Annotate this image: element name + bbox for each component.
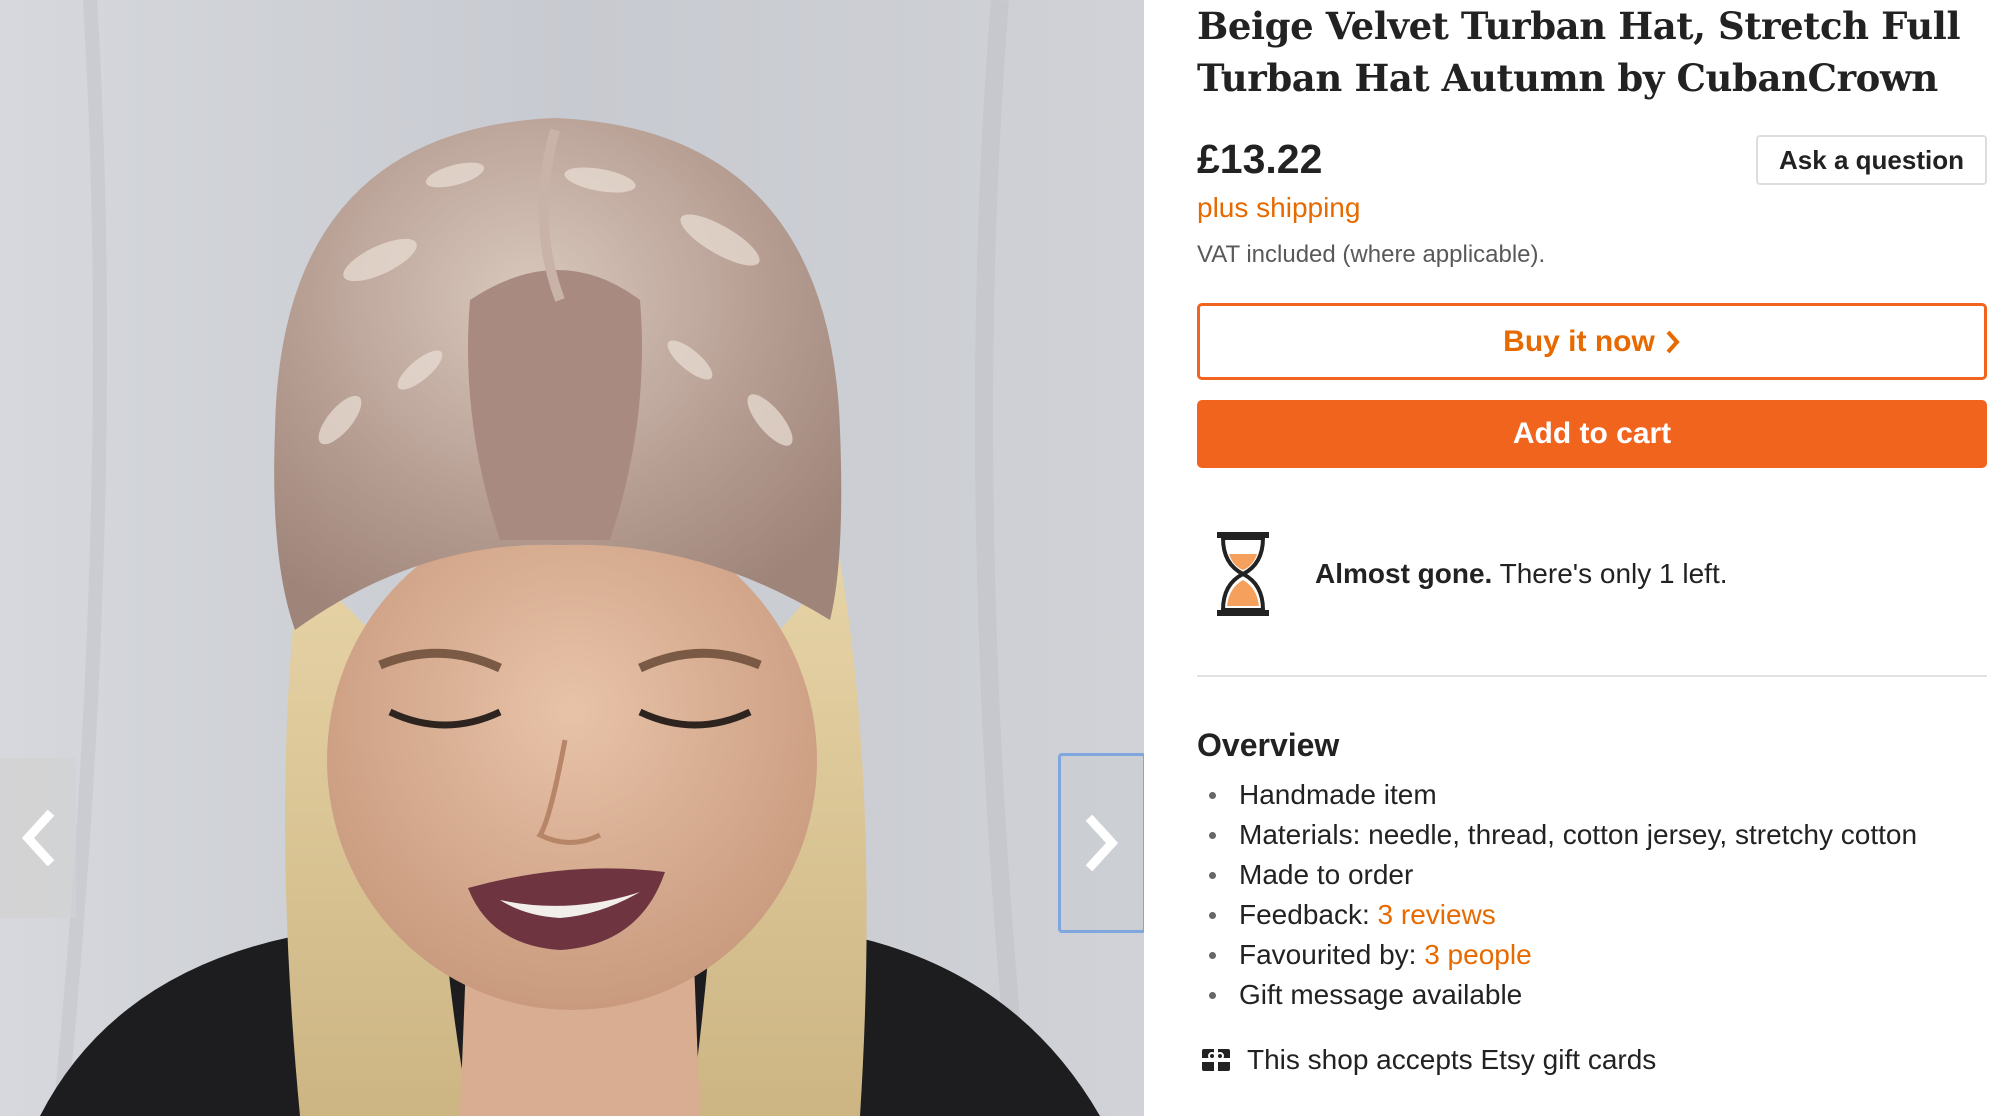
divider	[1197, 675, 1987, 677]
gift-card-icon	[1202, 1049, 1230, 1071]
chevron-left-icon	[21, 810, 55, 866]
feedback-label: Feedback:	[1239, 899, 1378, 930]
product-photo	[0, 0, 1144, 1116]
overview-list: Handmade item Materials: needle, thread,…	[1197, 775, 1997, 1015]
previous-image-button[interactable]	[0, 758, 76, 918]
gift-cards-text: This shop accepts Etsy gift cards	[1247, 1044, 1657, 1075]
favourited-label: Favourited by:	[1239, 939, 1425, 970]
list-item: Made to order	[1197, 855, 1997, 895]
scarcity-notice: Almost gone. There's only 1 left.	[1215, 530, 1975, 618]
price: £13.22	[1197, 136, 1323, 182]
gift-cards-notice: This shop accepts Etsy gift cards	[1201, 1044, 1656, 1076]
price-row: £13.22 Ask a question	[1197, 133, 1987, 193]
shipping-link[interactable]: plus shipping	[1197, 192, 1360, 224]
hourglass-icon	[1217, 532, 1269, 616]
product-image-gallery	[0, 0, 1144, 1116]
scarcity-detail: There's only 1 left.	[1492, 558, 1728, 589]
list-item: Handmade item	[1197, 775, 1997, 815]
list-item: Materials: needle, thread, cotton jersey…	[1197, 815, 1997, 855]
listing-details: Beige Velvet Turban Hat, Stretch Full Tu…	[1197, 0, 1987, 1116]
overview-title: Overview	[1197, 727, 1340, 763]
list-item: Gift message available	[1197, 975, 1997, 1015]
chevron-right-icon	[1666, 330, 1680, 353]
list-item: Favourited by: 3 people	[1197, 935, 1997, 975]
next-image-button[interactable]	[1058, 753, 1144, 933]
buy-it-now-label: Buy it now	[1503, 324, 1655, 358]
reviews-link[interactable]: 3 reviews	[1378, 899, 1496, 930]
scarcity-text: Almost gone. There's only 1 left.	[1315, 558, 1728, 590]
buy-it-now-button[interactable]: Buy it now	[1197, 303, 1987, 380]
listing-page: Beige Velvet Turban Hat, Stretch Full Tu…	[0, 0, 2008, 1116]
ask-question-button[interactable]: Ask a question	[1756, 135, 1987, 185]
chevron-right-icon	[1085, 815, 1119, 871]
vat-note: VAT included (where applicable).	[1197, 241, 1546, 268]
list-item: Feedback: 3 reviews	[1197, 895, 1997, 935]
add-to-cart-button[interactable]: Add to cart	[1197, 400, 1987, 468]
listing-title: Beige Velvet Turban Hat, Stretch Full Tu…	[1197, 4, 1961, 100]
favourited-link[interactable]: 3 people	[1424, 939, 1531, 970]
scarcity-bold: Almost gone.	[1315, 558, 1493, 589]
